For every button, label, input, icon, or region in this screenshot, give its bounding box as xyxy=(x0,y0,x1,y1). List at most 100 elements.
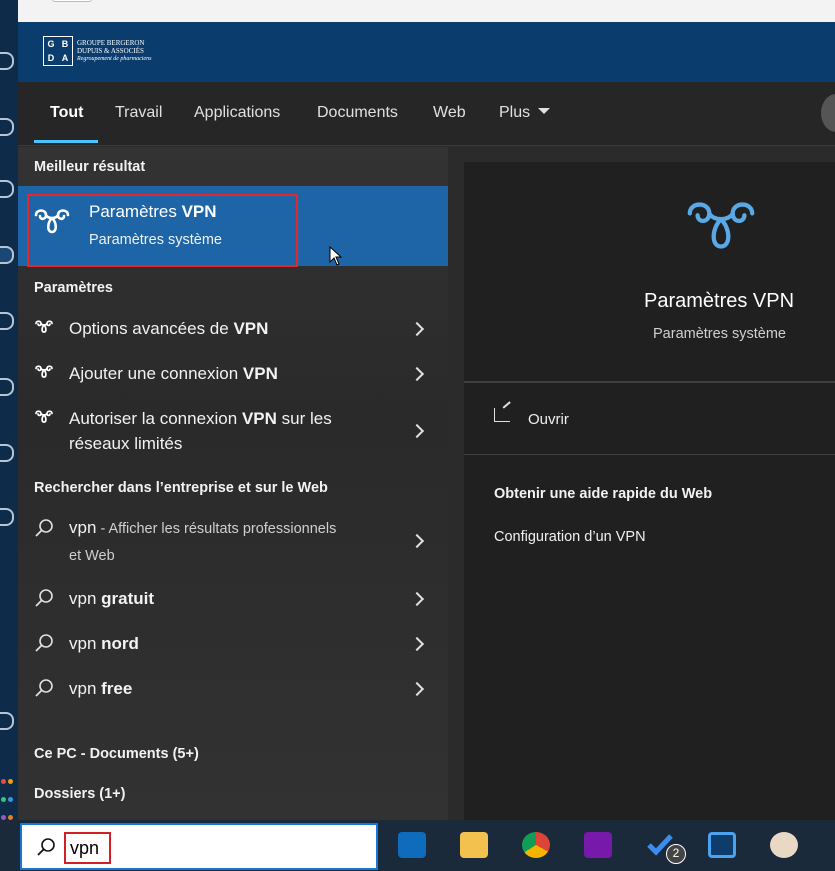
list-item[interactable]: vpn - Afficher les résultats professionn… xyxy=(18,515,448,567)
background-button xyxy=(52,0,92,2)
best-result-title: Paramètres VPN xyxy=(89,202,217,222)
label-text: Options avancées de xyxy=(69,319,234,338)
vpn-icon xyxy=(35,365,53,378)
label-text: réseaux limités xyxy=(69,434,183,453)
logo-letter: G xyxy=(47,39,55,49)
avatar[interactable] xyxy=(821,94,835,132)
search-box[interactable]: vpn xyxy=(20,823,378,870)
list-item-label: Autoriser la connexion VPN sur les réseau… xyxy=(69,406,332,456)
brand-bar: G B D A GROUPE BERGERON DUPUIS & ASSOCIÉ… xyxy=(18,22,835,82)
mouse-cursor-icon xyxy=(329,246,343,266)
open-button[interactable]: Ouvrir xyxy=(528,411,569,428)
label-text: Autoriser la connexion xyxy=(69,409,242,428)
apps-grid-icon xyxy=(0,772,14,826)
chevron-right-icon xyxy=(409,591,425,607)
list-item-label: Options avancées de VPN xyxy=(69,316,268,341)
search-icon xyxy=(35,634,53,652)
label-bold: free xyxy=(101,679,133,698)
todo-icon[interactable]: 2 xyxy=(646,832,686,864)
best-result-title-text: Paramètres xyxy=(89,202,182,221)
detail-title: Paramètres VPN xyxy=(644,290,795,312)
logo-letter: B xyxy=(61,39,69,49)
tab-applications[interactable]: Applications xyxy=(194,104,280,122)
list-item[interactable]: Options avancées de VPN xyxy=(18,315,448,345)
paint-icon[interactable] xyxy=(770,832,798,858)
chevron-right-icon xyxy=(409,636,425,652)
search-input[interactable]: vpn xyxy=(70,838,99,859)
active-tab-indicator xyxy=(34,140,98,143)
label-bold: VPN xyxy=(241,409,277,428)
chevron-right-icon xyxy=(409,681,425,697)
chevron-right-icon xyxy=(409,533,425,549)
best-result-item[interactable]: Paramètres VPN Paramètres système xyxy=(18,186,448,267)
search-icon xyxy=(35,679,53,697)
folders-header[interactable]: Dossiers (1+) xyxy=(34,786,125,802)
settings-header: Paramètres xyxy=(34,280,113,296)
search-icon xyxy=(35,589,53,607)
label-bold: VPN xyxy=(233,319,269,338)
tab-plus-label: Plus xyxy=(499,104,531,121)
logo-text-line: Regroupement de pharmaciens xyxy=(77,56,152,62)
search-icon xyxy=(37,838,55,856)
list-item-label: vpn nord xyxy=(69,631,139,656)
taskbar: vpn 2 xyxy=(0,820,835,871)
label-dim: - Afficher les résultats professionnels xyxy=(96,521,337,537)
rail-icon xyxy=(0,246,14,264)
label-text: sur les xyxy=(276,409,332,428)
list-item-label: vpn gratuit xyxy=(69,586,154,611)
search-panel: G B D A GROUPE BERGERON DUPUIS & ASSOCIÉ… xyxy=(18,22,835,820)
chrome-icon[interactable] xyxy=(522,832,550,858)
onenote-icon[interactable] xyxy=(584,832,612,858)
tab-travail[interactable]: Travail xyxy=(115,104,162,122)
logo-letter: A xyxy=(61,53,69,63)
divider xyxy=(464,454,835,455)
notification-badge: 2 xyxy=(666,844,686,864)
logo-text: GROUPE BERGERON DUPUIS & ASSOCIÉS Regrou… xyxy=(77,39,151,63)
company-logo: G B D A GROUPE BERGERON DUPUIS & ASSOCIÉ… xyxy=(43,36,151,66)
rail-icon xyxy=(0,444,14,462)
tab-documents[interactable]: Documents xyxy=(317,104,398,122)
detail-pane: Paramètres VPN Paramètres système Ouvrir… xyxy=(464,162,835,820)
label-text: vpn xyxy=(69,589,102,608)
open-icon xyxy=(494,408,510,422)
chevron-right-icon xyxy=(409,366,425,382)
rail-icon xyxy=(0,312,14,330)
list-item[interactable]: Ajouter une connexion VPN xyxy=(18,360,448,390)
best-result-header: Meilleur résultat xyxy=(34,159,146,175)
logo-mark: G B D A xyxy=(43,36,73,66)
file-explorer-icon[interactable] xyxy=(460,832,488,858)
background-window-top xyxy=(0,0,835,22)
label-bold: nord xyxy=(101,634,139,653)
web-search-header: Rechercher dans l’entreprise et sur le W… xyxy=(34,480,328,496)
vpn-icon xyxy=(35,410,53,423)
chevron-right-icon xyxy=(409,423,425,439)
logo-letter: D xyxy=(47,53,55,63)
web-help-header: Obtenir une aide rapide du Web xyxy=(494,486,713,502)
list-item[interactable]: vpn gratuit xyxy=(18,585,448,615)
background-app-rail xyxy=(0,0,18,820)
rail-icon xyxy=(0,52,14,70)
best-result-subtitle: Paramètres système xyxy=(89,232,222,248)
rail-icon xyxy=(0,712,14,730)
list-item[interactable]: Autoriser la connexion VPN sur les réseau… xyxy=(18,405,448,457)
list-item[interactable]: vpn free xyxy=(18,675,448,705)
list-item-label: vpn free xyxy=(69,676,132,701)
pc-documents-header[interactable]: Ce PC - Documents (5+) xyxy=(34,746,199,762)
tab-plus[interactable]: Plus xyxy=(499,104,551,122)
vpn-icon xyxy=(35,320,53,333)
chevron-down-icon xyxy=(538,108,551,114)
label-text: vpn xyxy=(69,679,102,698)
list-item-label: vpn - Afficher les résultats professionn… xyxy=(69,515,336,569)
chevron-right-icon xyxy=(409,321,425,337)
outlook-icon[interactable] xyxy=(398,832,426,858)
list-item[interactable]: vpn nord xyxy=(18,630,448,660)
best-result-title-bold: VPN xyxy=(181,202,217,221)
label-text: Ajouter une connexion xyxy=(69,364,243,383)
remote-desktop-icon[interactable] xyxy=(708,832,736,858)
search-tabs: Tout Travail Applications Documents Web … xyxy=(18,82,835,146)
label-text: vpn xyxy=(69,518,97,537)
tab-web[interactable]: Web xyxy=(433,104,466,122)
rail-icon xyxy=(0,180,14,198)
web-help-link[interactable]: Configuration d’un VPN xyxy=(494,529,646,545)
tab-tout[interactable]: Tout xyxy=(50,104,83,122)
